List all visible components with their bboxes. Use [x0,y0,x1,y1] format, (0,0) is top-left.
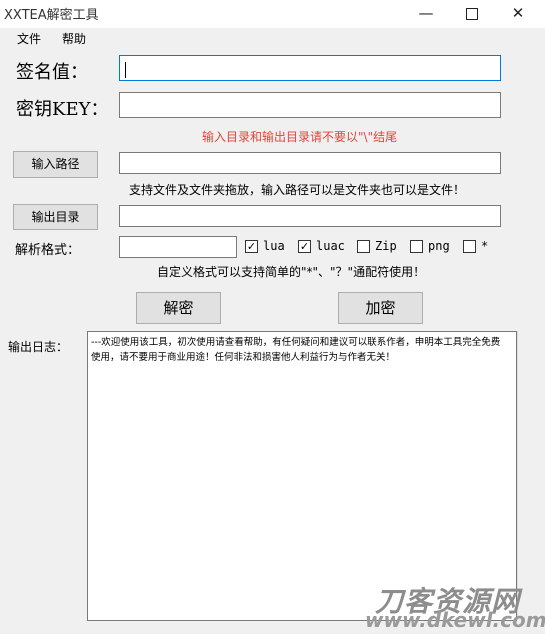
path-warning: 输入目录和输出目录请不要以"\"结尾 [202,130,398,144]
log-label: 输出日志： [8,340,69,354]
log-scrollbar[interactable] [517,331,534,621]
text-caret [125,62,126,78]
checkbox-luac[interactable]: ✓ [298,240,311,253]
key-label: 密钥KEY： [16,99,109,120]
checkbox-all[interactable] [463,240,476,253]
input-path-button[interactable]: 输入路径 [13,151,98,178]
checkbox-all-label: * [481,239,489,253]
format-input[interactable] [119,236,237,258]
menu-file[interactable]: 文件 [17,30,41,48]
close-button[interactable]: ✕ [496,0,540,28]
checkbox-png[interactable] [410,240,423,253]
title-bar: XXTEA解密工具 — ✕ [0,0,545,28]
log-output[interactable]: ---欢迎使用该工具，初次使用请查看帮助，有任何疑问和建议可以联系作者，申明本工… [87,331,517,621]
format-hint: 自定义格式可以支持简单的"*"、"？"通配符使用！ [157,265,426,279]
checkbox-png-label: png [428,239,450,253]
maximize-icon [466,7,478,20]
minimize-button[interactable]: — [404,0,448,28]
window-title: XXTEA解密工具 [4,8,99,23]
checkbox-zip[interactable] [357,240,370,253]
input-hint: 支持文件及文件夹拖放，输入路径可以是文件夹也可以是文件！ [129,183,466,197]
checkbox-zip-label: Zip [375,239,397,253]
output-dir-button[interactable]: 输出目录 [13,204,98,230]
encrypt-button[interactable]: 加密 [338,292,423,324]
signature-input[interactable] [119,55,501,81]
decrypt-button[interactable]: 解密 [136,292,221,324]
log-text: ---欢迎使用该工具，初次使用请查看帮助，有任何疑问和建议可以联系作者，申明本工… [91,337,501,363]
checkbox-luac-label: luac [316,239,345,253]
checkbox-lua[interactable]: ✓ [245,240,258,253]
format-label: 解析格式： [15,243,81,258]
maximize-button[interactable] [450,0,494,28]
output-dir-field[interactable] [119,205,501,227]
signature-label: 签名值： [16,62,88,83]
key-input[interactable] [119,92,501,118]
checkbox-lua-label: lua [263,239,285,253]
watermark-url: www.dkewl.com [365,608,545,632]
menu-help[interactable]: 帮助 [62,30,86,48]
input-path-field[interactable] [119,152,501,174]
menu-bar: 文件 帮助 [0,28,545,50]
